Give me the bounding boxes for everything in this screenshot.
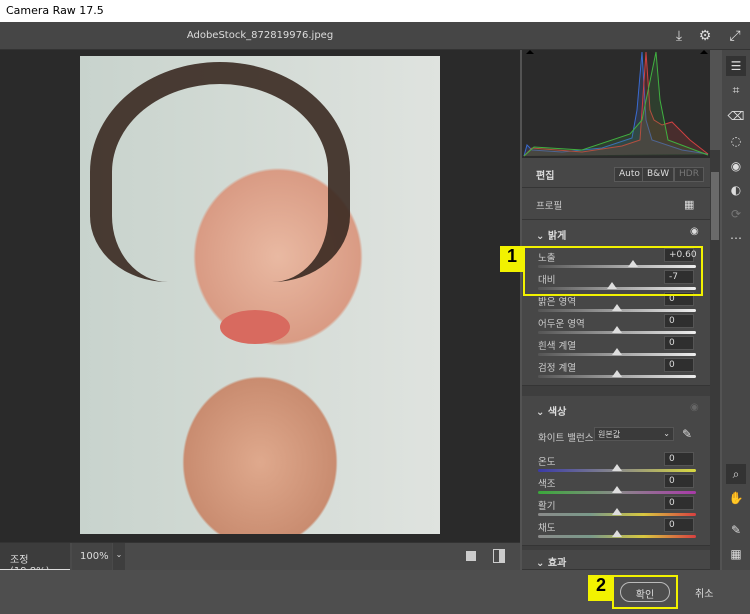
color-title: 색상 [547, 407, 567, 418]
gear-icon[interactable]: ⚙ [696, 27, 714, 45]
redeye-icon[interactable]: ◉ [726, 156, 746, 176]
photo-hair [90, 62, 350, 282]
cancel-button[interactable]: 취소 [695, 585, 713, 600]
slider-thumb[interactable] [612, 326, 622, 333]
color-sampler-icon[interactable]: ✎ [726, 520, 746, 540]
profile-section[interactable]: 프로필 ▦ [522, 188, 710, 220]
scrollbar-thumb[interactable] [711, 172, 719, 240]
slider-label: 밝은 영역 [538, 297, 576, 308]
file-name: AdobeStock_872819976.jpeg [186, 30, 334, 41]
badge-1: 1 [500, 246, 524, 272]
slider-label: 색조 [538, 479, 556, 490]
slider-label: 활기 [538, 501, 556, 512]
slider-label: 온도 [538, 457, 556, 468]
header: AdobeStock_872819976.jpeg ⤓ ⚙ ⤢ [0, 22, 750, 50]
slider-thumb[interactable] [612, 530, 622, 537]
slider-thumb[interactable] [612, 348, 622, 355]
slider-value-input[interactable]: 0 [664, 358, 694, 372]
eye-icon[interactable]: ◉ [690, 226, 699, 237]
eyedropper-icon[interactable]: ✎ [682, 427, 692, 441]
fit-zoom-tab[interactable]: 조정(19.8%) [0, 543, 70, 577]
fullscreen-icon[interactable]: ⤢ [726, 27, 744, 45]
slider-value-input[interactable]: 0 [664, 496, 694, 510]
compare-icon[interactable] [493, 549, 505, 563]
photo-lips [220, 310, 290, 344]
edit-title: 편집 [536, 171, 555, 182]
badge-2: 2 [588, 575, 614, 601]
auto-button[interactable]: Auto [614, 167, 645, 182]
hand-icon[interactable]: ✋ [726, 488, 746, 508]
slider-label: 어두운 영역 [538, 319, 585, 330]
slider-thumb[interactable] [612, 508, 622, 515]
zoom-icon[interactable]: ⌕ [726, 464, 746, 484]
save-icon[interactable]: ⤓ [670, 27, 688, 45]
chevron-down-icon: ⌄ [536, 231, 548, 242]
eye-icon[interactable]: ◉ [690, 402, 699, 413]
hdr-button[interactable]: HDR [674, 167, 704, 182]
ok-button[interactable]: 확인 [620, 582, 670, 602]
edit-section: 편집 Auto B&W HDR [522, 158, 710, 188]
window-title: Camera Raw 17.5 [0, 0, 750, 22]
slider-value-input[interactable]: 0 [664, 474, 694, 488]
histogram [522, 50, 710, 158]
chevron-down-icon: ⌄ [536, 407, 548, 418]
profile-label: 프로필 [536, 201, 563, 212]
slider-thumb[interactable] [612, 370, 622, 377]
slider-thumb[interactable] [612, 464, 622, 471]
slider-value-input[interactable]: 0 [664, 452, 694, 466]
light-title: 밝게 [547, 231, 567, 242]
white-balance-label: 화이트 밸런스 [538, 433, 594, 444]
slider-value-input[interactable]: 0 [664, 314, 694, 328]
color-header[interactable]: ⌄ 색상 [536, 403, 566, 418]
color-section: ⌄ 색상 ◉ 화이트 밸런스 원본값 ⌄ ✎ 온도 0 색조 0 활기 0 채도 … [522, 396, 710, 546]
slider-label: 흰색 계열 [538, 341, 576, 352]
light-header[interactable]: ⌄ 밝게 [536, 227, 566, 242]
light-section: ⌄ 밝게 ◉ 노출 +0.60 대비 -7 밝은 영역 0 어두운 영역 0 흰… [522, 220, 710, 386]
slider-value-input[interactable]: 0 [664, 518, 694, 532]
highlight-box-1 [523, 246, 703, 296]
slider-thumb[interactable] [612, 304, 622, 311]
slider-value-input[interactable]: 0 [664, 336, 694, 350]
white-balance-select[interactable]: 원본값 ⌄ [594, 427, 674, 441]
chevron-down-icon[interactable]: ⌄ [113, 543, 125, 571]
slider-thumb[interactable] [612, 486, 622, 493]
crop-icon[interactable]: ⌗ [726, 80, 746, 100]
more-icon[interactable]: ⋯ [726, 228, 746, 248]
profile-browser-icon[interactable]: ▦ [684, 198, 694, 211]
presets-icon[interactable]: ◐ [726, 180, 746, 200]
effects-section[interactable]: ⌄ 효과 [522, 550, 710, 570]
slider-label: 채도 [538, 523, 556, 534]
chevron-down-icon: ⌄ [536, 558, 548, 569]
effects-title: 효과 [547, 558, 567, 569]
grid-icon[interactable]: ▦ [726, 544, 746, 564]
edit-sliders-icon[interactable]: ☰ [726, 56, 746, 76]
eraser-icon[interactable]: ⌫ [726, 106, 746, 126]
slider-label: 검정 계열 [538, 363, 576, 374]
bw-button[interactable]: B&W [642, 167, 675, 182]
white-balance-value: 원본값 [598, 430, 621, 439]
view-mode-icon[interactable] [466, 551, 476, 561]
zoom-level[interactable]: 100% [72, 543, 112, 571]
mask-icon[interactable]: ◌ [726, 131, 746, 151]
sync-icon[interactable]: ⟳ [726, 204, 746, 224]
status-bar: 조정(19.8%) 100% ⌄ [0, 542, 520, 577]
